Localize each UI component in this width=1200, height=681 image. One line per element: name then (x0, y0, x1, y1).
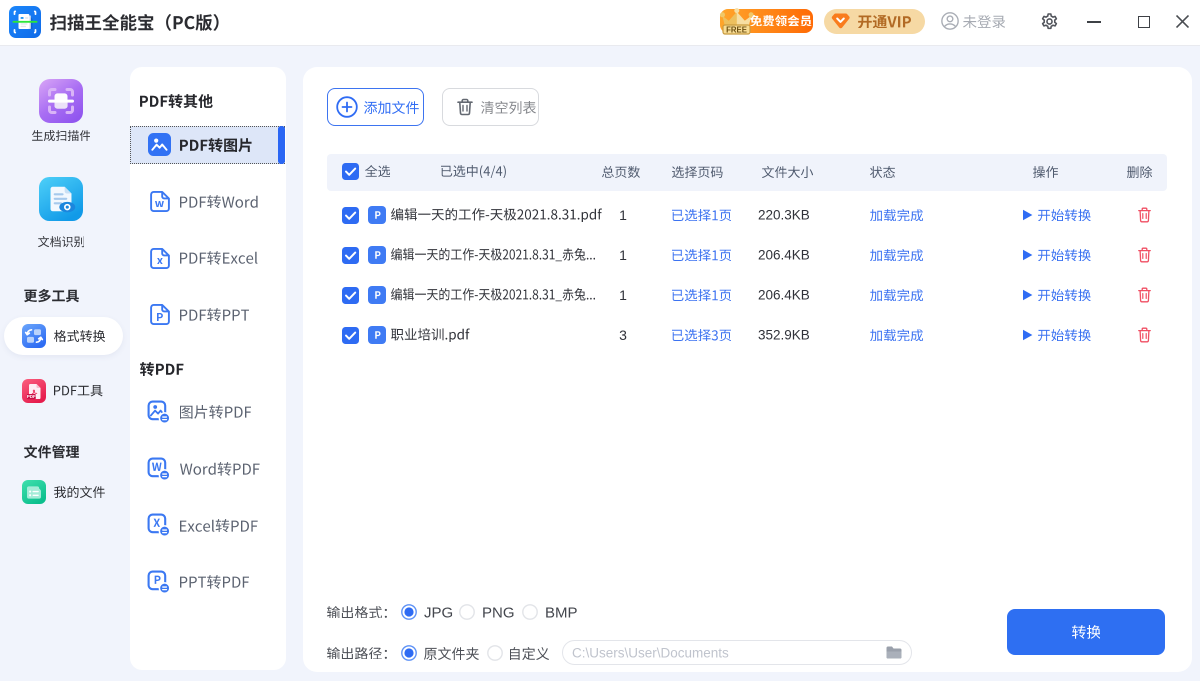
svg-text:PDF: PDF (27, 394, 36, 399)
svg-text:FREE: FREE (726, 25, 747, 34)
